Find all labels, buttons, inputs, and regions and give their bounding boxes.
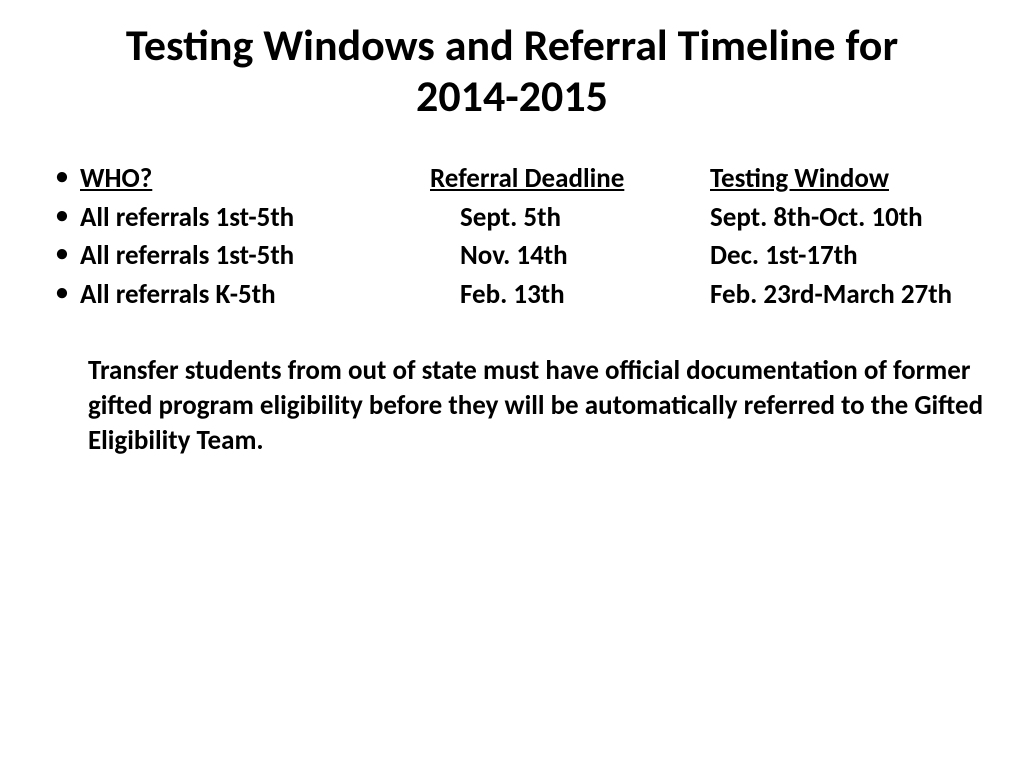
note-paragraph: Transfer students from out of state must… — [50, 353, 994, 458]
data-row: All referrals 1st-5th Nov. 14th Dec. 1st… — [50, 238, 994, 274]
cell-window: Sept. 8th-Oct. 10th — [710, 200, 1024, 236]
cell-deadline: Nov. 14th — [430, 238, 710, 274]
cell-who: All referrals 1st-5th — [80, 238, 430, 274]
cell-who: All referrals 1st-5th — [80, 200, 430, 236]
bullet-list: WHO? Referral Deadline Testing Window Al… — [50, 161, 994, 313]
cell-deadline: Feb. 13th — [430, 277, 710, 313]
slide-title: Testing Windows and Referral Timeline fo… — [30, 20, 994, 121]
cell-window: Feb. 23rd-March 27th — [710, 277, 1024, 313]
content-area: WHO? Referral Deadline Testing Window Al… — [30, 161, 994, 458]
cell-deadline: Sept. 5th — [430, 200, 710, 236]
header-row: WHO? Referral Deadline Testing Window — [50, 161, 994, 197]
note-text: Transfer students from out of state must… — [88, 354, 983, 457]
data-row: All referrals K-5th Feb. 13th Feb. 23rd-… — [50, 277, 994, 313]
header-deadline: Referral Deadline — [430, 161, 710, 197]
slide: Testing Windows and Referral Timeline fo… — [0, 0, 1024, 768]
cell-window: Dec. 1st-17th — [710, 238, 1024, 274]
cell-who: All referrals K-5th — [80, 277, 430, 313]
header-who: WHO? — [80, 161, 430, 197]
header-window: Testing Window — [710, 161, 1024, 197]
data-row: All referrals 1st-5th Sept. 5th Sept. 8t… — [50, 200, 994, 236]
